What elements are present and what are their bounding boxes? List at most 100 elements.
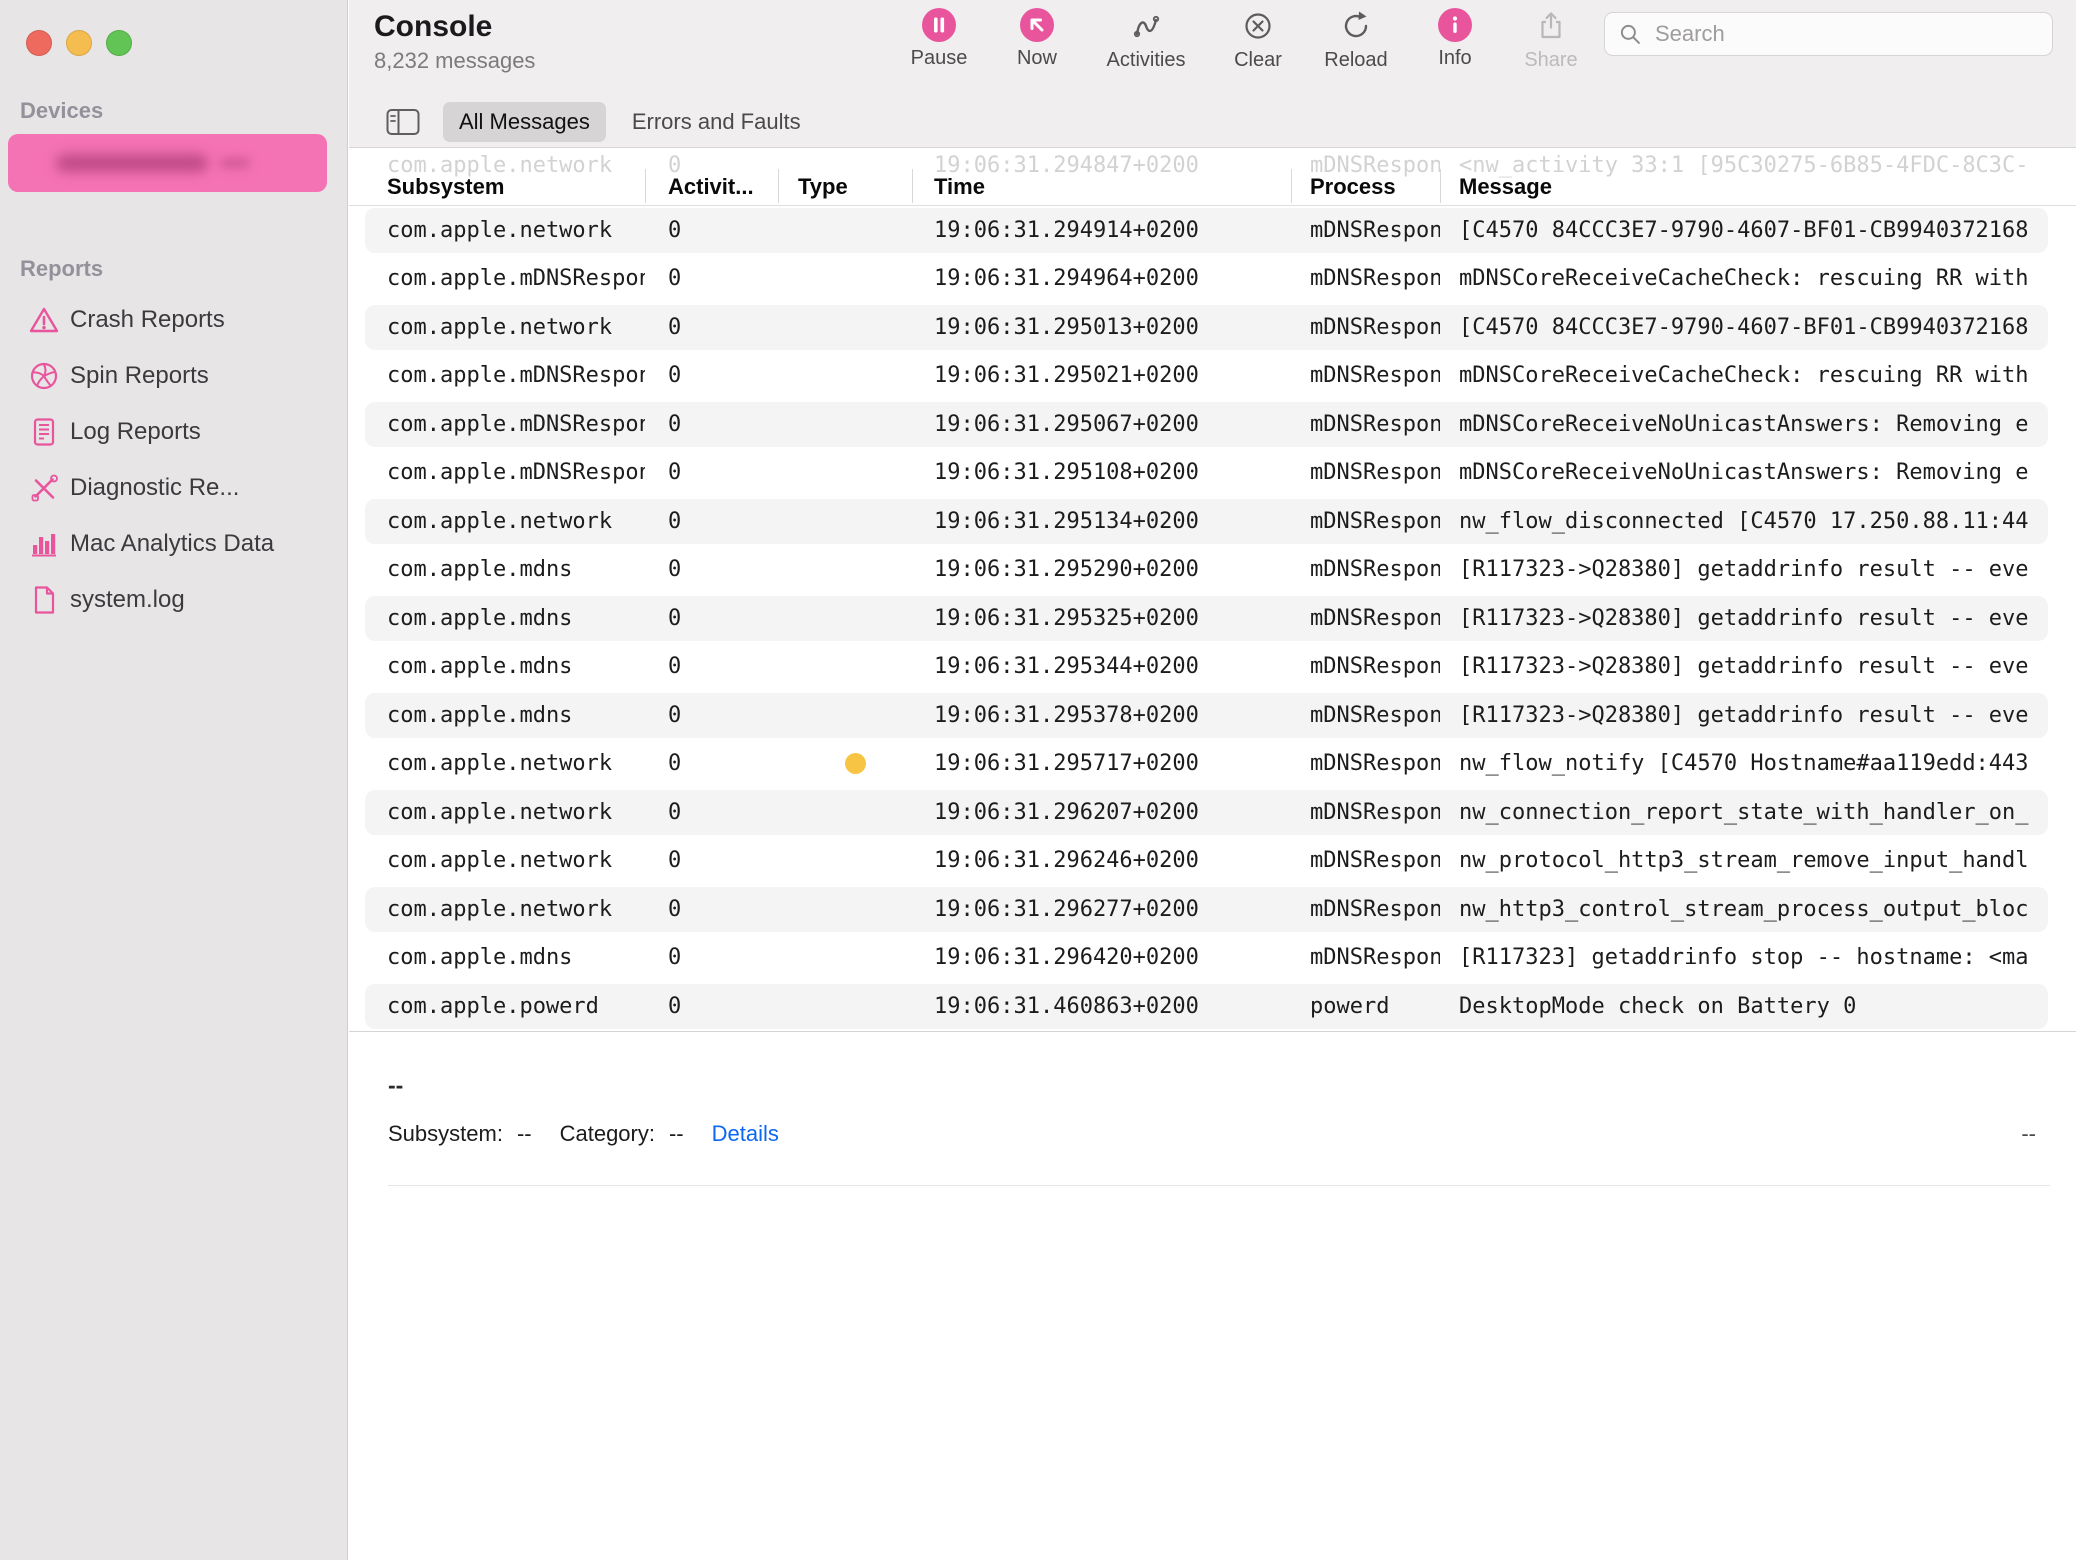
cell-process: mDNSResponder [1291, 654, 1440, 679]
cell-subsystem: com.apple.mDNSResponder [349, 460, 645, 485]
cell-process: mDNSResponder [1291, 945, 1440, 970]
table-row[interactable]: com.apple.mdns019:06:31.295325+0200mDNSR… [349, 594, 2076, 643]
detail-right-value: -- [2021, 1121, 2036, 1147]
table-row[interactable]: com.apple.mdns019:06:31.296420+0200mDNSR… [349, 934, 2076, 983]
table-row[interactable]: com.apple.mDNSResponder019:06:31.295108+… [349, 449, 2076, 498]
cell-activity: 0 [645, 266, 778, 291]
tab-all-messages[interactable]: All Messages [443, 102, 606, 142]
cell-activity: 0 [645, 897, 778, 922]
sidebar-item-label: Mac Analytics Data [70, 530, 274, 558]
cell-activity: 0 [645, 994, 778, 1019]
cell-process: mDNSResponder [1291, 703, 1440, 728]
redacted-device-name-2 [220, 158, 250, 168]
message-filter-tabs: All MessagesErrors and Faults [443, 102, 817, 142]
sidebar-item-label: Log Reports [70, 418, 201, 446]
table-row[interactable]: com.apple.mDNSResponder019:06:31.295067+… [349, 400, 2076, 449]
sidebar-item-spin-reports[interactable]: Spin Reports [0, 348, 347, 404]
close-window-button[interactable] [26, 30, 52, 56]
search-field[interactable] [1604, 12, 2053, 56]
cell-process: mDNSResponder [1291, 363, 1440, 388]
cell-message: nw_flow_disconnected [C4570 17.250.88.11… [1440, 509, 2076, 534]
column-header-subsystem[interactable]: Subsystem [349, 169, 645, 205]
detail-field-value: -- [669, 1121, 684, 1147]
pause-button[interactable]: Pause [889, 8, 989, 70]
activities-icon [1129, 8, 1163, 44]
search-input[interactable] [1653, 20, 2040, 48]
cell-activity: 0 [645, 606, 778, 631]
cell-time: 19:06:31.295290+0200 [912, 557, 1291, 582]
pause-icon [922, 8, 956, 42]
cell-message: [C4570 84CCC3E7-9790-4607-BF01-CB9940372… [1440, 218, 2076, 243]
table-row[interactable]: com.apple.powerd019:06:31.460863+0200pow… [349, 982, 2076, 1031]
cell-time: 19:06:31.295134+0200 [912, 509, 1291, 534]
details-link[interactable]: Details [712, 1121, 779, 1147]
cell-time: 19:06:31.296277+0200 [912, 897, 1291, 922]
cell-message: nw_http3_control_stream_process_output_b… [1440, 897, 2076, 922]
minimize-window-button[interactable] [66, 30, 92, 56]
main-area: Console 8,232 messages Pause Now Activitie… [349, 0, 2076, 1560]
table-row[interactable]: com.apple.network019:06:31.295134+0200mD… [349, 497, 2076, 546]
cell-message: nw_connection_report_state_with_handler_… [1440, 800, 2076, 825]
now-label: Now [1017, 47, 1057, 70]
table-row[interactable]: com.apple.network019:06:31.295013+0200mD… [349, 303, 2076, 352]
cell-process: mDNSResponder [1291, 412, 1440, 437]
sidebar: Devices Reports Crash ReportsSpin Report… [0, 0, 348, 1560]
table-row[interactable]: com.apple.network019:06:31.294914+0200mD… [349, 206, 2076, 255]
cell-activity: 0 [645, 363, 778, 388]
cell-subsystem: com.apple.network [349, 848, 645, 873]
sidebar-toggle-icon [386, 108, 420, 136]
column-header-activit-[interactable]: Activit... [645, 169, 778, 205]
cell-subsystem: com.apple.mDNSResponder [349, 266, 645, 291]
activities-button[interactable]: Activities [1096, 8, 1196, 72]
reports-section-label: Reports [20, 256, 347, 282]
title-block: Console 8,232 messages [374, 10, 535, 74]
now-button[interactable]: Now [987, 8, 1087, 70]
table-row[interactable]: com.apple.mdns019:06:31.295344+0200mDNSR… [349, 643, 2076, 692]
cell-subsystem: com.apple.mdns [349, 945, 645, 970]
cell-type [778, 753, 912, 774]
column-header-time[interactable]: Time [912, 169, 1291, 205]
activities-label: Activities [1107, 49, 1186, 72]
sidebar-item-log-reports[interactable]: Log Reports [0, 404, 347, 460]
sidebar-item-crash-reports[interactable]: Crash Reports [0, 292, 347, 348]
cell-activity: 0 [645, 945, 778, 970]
column-header-process[interactable]: Process [1291, 169, 1440, 205]
tab-errors-and-faults[interactable]: Errors and Faults [616, 102, 817, 142]
share-button: Share [1501, 8, 1601, 72]
zoom-window-button[interactable] [106, 30, 132, 56]
clear-button[interactable]: Clear [1208, 8, 1308, 72]
spin-icon [28, 360, 60, 392]
toggle-sidebar-button[interactable] [385, 107, 421, 137]
table-row[interactable]: com.apple.network019:06:31.295717+0200mD… [349, 740, 2076, 789]
cell-activity: 0 [645, 218, 778, 243]
cell-time: 19:06:31.295067+0200 [912, 412, 1291, 437]
table-row[interactable]: com.apple.mDNSResponder019:06:31.294964+… [349, 255, 2076, 304]
sidebar-item-device-selected[interactable] [8, 134, 327, 192]
cell-time: 19:06:31.295378+0200 [912, 703, 1291, 728]
table-row[interactable]: com.apple.network019:06:31.296246+0200mD… [349, 837, 2076, 886]
share-icon [1534, 8, 1568, 44]
table-row[interactable]: com.apple.mDNSResponder019:06:31.295021+… [349, 352, 2076, 401]
sidebar-item-diagnostic-re-[interactable]: Diagnostic Re... [0, 460, 347, 516]
cell-message: [R117323->Q28380] getaddrinfo result -- … [1440, 606, 2076, 631]
cell-subsystem: com.apple.network [349, 509, 645, 534]
column-header-message[interactable]: Message [1440, 169, 2076, 205]
detail-field-value: -- [517, 1121, 532, 1147]
cell-subsystem: com.apple.mDNSResponder [349, 412, 645, 437]
table-row[interactable]: com.apple.mdns019:06:31.295290+0200mDNSR… [349, 546, 2076, 595]
table-row[interactable]: com.apple.mdns019:06:31.295378+0200mDNSR… [349, 691, 2076, 740]
detail-info-line: Subsystem:--Category:-- Details -- [388, 1121, 2036, 1147]
info-button[interactable]: Info [1405, 8, 1505, 70]
reload-button[interactable]: Reload [1306, 8, 1406, 72]
cell-process: mDNSResponder [1291, 266, 1440, 291]
sidebar-item-mac-analytics-data[interactable]: Mac Analytics Data [0, 516, 347, 572]
cell-message: nw_flow_notify [C4570 Hostname#aa119edd:… [1440, 751, 2076, 776]
table-row[interactable]: com.apple.network019:06:31.296277+0200mD… [349, 885, 2076, 934]
sidebar-item-system-log[interactable]: system.log [0, 572, 347, 628]
cell-time: 19:06:31.295325+0200 [912, 606, 1291, 631]
tools-icon [28, 472, 60, 504]
table-row[interactable]: com.apple.network019:06:31.296207+0200mD… [349, 788, 2076, 837]
warning-triangle-icon [28, 304, 60, 336]
cell-subsystem: com.apple.mdns [349, 606, 645, 631]
column-header-type[interactable]: Type [778, 169, 912, 205]
